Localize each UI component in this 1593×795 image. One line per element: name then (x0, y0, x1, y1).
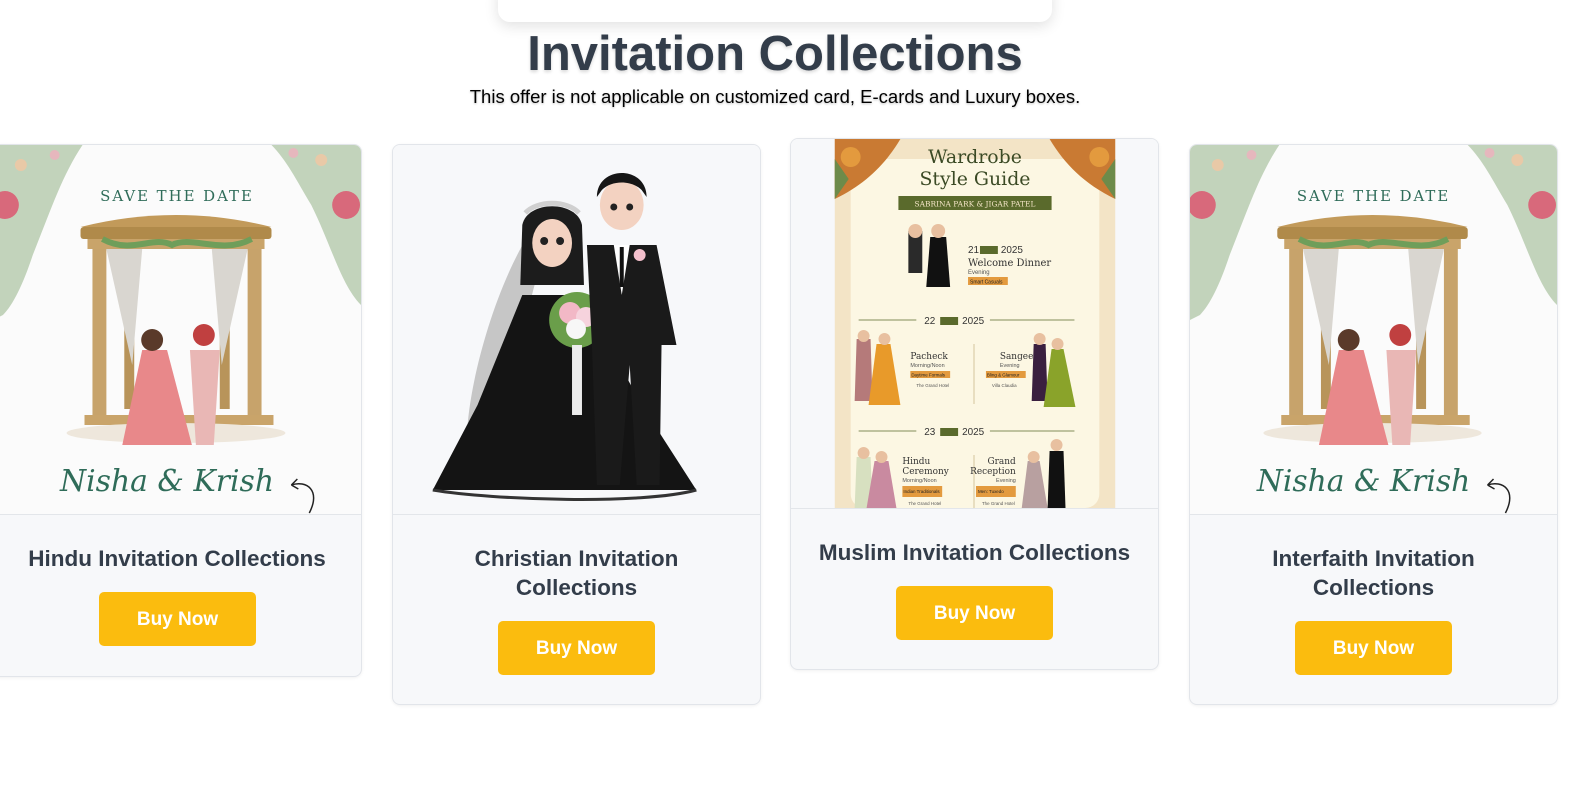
day3-dress-b: Men: Tuxedo (978, 489, 1004, 494)
muslim-invitation-image[interactable]: Wardrobe Style Guide SABRINA PARK & JIGA… (791, 139, 1158, 509)
card-title-interfaith: Interfaith Invitation Collections (1272, 546, 1475, 600)
day3-date: 23 (924, 427, 936, 438)
day3-year: 2025 (962, 427, 985, 438)
day3-event-a2: Ceremony (902, 467, 949, 477)
card-title-christian: Christian Invitation Collections (474, 546, 679, 600)
card-title-muslim: Muslim Invitation Collections (818, 540, 1131, 565)
day2-date: 22 (924, 316, 936, 327)
day2-event-b: Sangeet (1000, 352, 1038, 362)
day3-dress-a: Indian Traditionals (903, 489, 940, 494)
day3-time-a: Morning/Noon (902, 478, 936, 484)
card-title-hindu: Hindu Invitation Collections (28, 546, 326, 571)
collection-card-hindu[interactable]: SAVE THE DATE Nisha & Krish Hindu Invita… (0, 144, 362, 677)
collection-card-christian[interactable]: Christian Invitation Collections Buy Now (392, 144, 761, 705)
day2-year: 2025 (962, 316, 985, 327)
top-popup-panel (498, 0, 1052, 22)
guide-heading-line2: Style Guide (920, 168, 1031, 190)
day3-event-b1: Grand (988, 457, 1016, 467)
day2-venue-a: The Grand Hotel (916, 383, 949, 388)
day3-venue-b: The Grand Hotel (982, 501, 1015, 506)
section-title: Invitation Collections (527, 27, 1023, 81)
interfaith-invitation-image[interactable]: SAVE THE DATE Nisha & Krish (1190, 145, 1557, 515)
save-the-date-text: SAVE THE DATE (100, 187, 254, 205)
day2-dress-b: Bling & Glamour (987, 372, 1020, 377)
day3-event-b2: Reception (970, 467, 1016, 477)
collection-card-muslim[interactable]: Wardrobe Style Guide SABRINA PARK & JIGA… (790, 138, 1159, 670)
buy-now-button-muslim[interactable]: Buy Now (896, 586, 1053, 640)
guide-couple-names: SABRINA PARK & JIGAR PATEL (915, 199, 1036, 208)
day1-event: Welcome Dinner (968, 258, 1051, 269)
buy-now-button-hindu[interactable]: Buy Now (99, 592, 256, 646)
day1-time: Evening (968, 270, 990, 276)
buy-now-button-interfaith[interactable]: Buy Now (1295, 621, 1452, 675)
hindu-invitation-image[interactable]: SAVE THE DATE Nisha & Krish (0, 145, 361, 515)
day1-year: 2025 (1001, 245, 1024, 256)
day2-venue-b: Villa Claudia (992, 383, 1017, 388)
collection-card-interfaith[interactable]: SAVE THE DATE Nisha & Krish Interfaith I… (1189, 144, 1558, 705)
day1-dress: Smart Casuals (970, 279, 1003, 285)
day2-time-b: Evening (1000, 363, 1020, 369)
couple-names-text: Nisha & Krish (59, 464, 274, 499)
day1-date: 21 (968, 245, 980, 256)
day2-dress-a: Daytime Formals (911, 372, 945, 377)
christian-invitation-image[interactable] (393, 145, 760, 515)
day2-time-a: Morning/Noon (910, 363, 944, 369)
offer-note: This offer is not applicable on customiz… (469, 86, 1081, 107)
buy-now-button-christian[interactable]: Buy Now (498, 621, 655, 675)
couple-names-text: Nisha & Krish (1256, 464, 1470, 499)
day2-event-a: Pacheck (910, 352, 948, 362)
save-the-date-text: SAVE THE DATE (1297, 187, 1450, 205)
day3-venue-a: The Grand Hotel (908, 501, 941, 506)
day3-time-b: Evening (996, 478, 1016, 484)
guide-heading-line1: Wardrobe (928, 146, 1022, 168)
day3-event-a1: Hindu (902, 457, 930, 467)
